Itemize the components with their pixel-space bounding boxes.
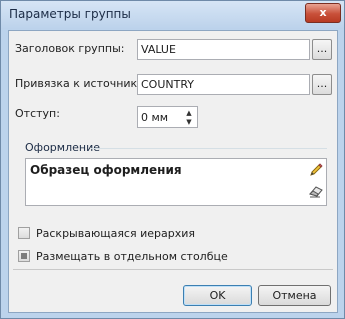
close-button[interactable]: x	[305, 3, 341, 23]
separate-column-checkbox[interactable]	[18, 250, 30, 262]
expandable-hierarchy-checkbox[interactable]	[18, 227, 30, 239]
button-separator	[13, 269, 333, 270]
dialog-client-area: Заголовок группы: VALUE ... Привязка к и…	[8, 30, 338, 313]
group-header-value: VALUE	[141, 43, 176, 56]
section-divider	[91, 148, 327, 149]
appearance-sample-text: Образец оформления	[30, 163, 182, 177]
dialog-window: Параметры группы x Заголовок группы: VAL…	[0, 0, 345, 319]
indent-value: 0 мм	[141, 111, 169, 124]
appearance-section-title: Оформление	[25, 141, 100, 154]
chevron-down-icon[interactable]: ▼	[183, 117, 195, 127]
source-binding-input[interactable]: COUNTRY	[137, 74, 310, 95]
source-binding-browse-button[interactable]: ...	[312, 74, 332, 95]
source-binding-value: COUNTRY	[141, 78, 194, 91]
group-header-label: Заголовок группы:	[15, 42, 125, 55]
group-header-browse-button[interactable]: ...	[312, 39, 332, 60]
group-header-input[interactable]: VALUE	[137, 39, 310, 60]
eraser-icon[interactable]	[308, 183, 324, 199]
title-bar[interactable]: Параметры группы x	[1, 1, 344, 29]
cancel-button[interactable]: Отмена	[258, 285, 331, 306]
dialog-title: Параметры группы	[9, 7, 131, 21]
source-binding-label: Привязка к источнику:	[15, 77, 148, 90]
appearance-preview: Образец оформления	[25, 158, 327, 206]
indent-label: Отступ:	[15, 107, 60, 120]
expandable-hierarchy-label[interactable]: Раскрывающаяся иерархия	[36, 227, 195, 240]
pencil-icon[interactable]	[308, 162, 324, 178]
separate-column-label[interactable]: Размещать в отдельном столбце	[36, 250, 228, 263]
ok-button[interactable]: OK	[183, 285, 252, 306]
indent-stepper[interactable]: 0 мм ▲ ▼	[137, 106, 198, 128]
